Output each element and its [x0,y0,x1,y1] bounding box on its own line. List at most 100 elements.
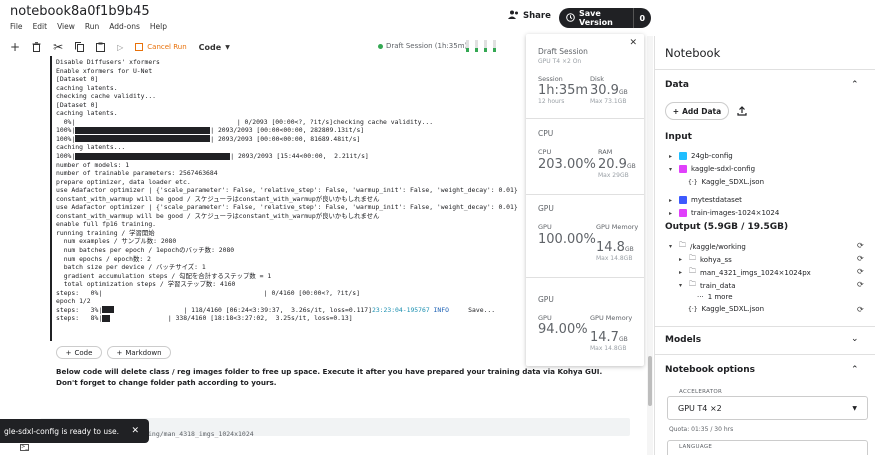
gpu2-section-title: GPU [538,295,554,304]
refresh-icon[interactable]: ⟳ [857,280,864,289]
chevron-down-icon: ▼ [225,43,230,51]
input-file-kaggle-sdxl-json[interactable]: {·} Kaggle_SDXL.json [688,178,764,186]
chevron-down-icon[interactable]: ⌄ [851,334,859,344]
delete-icon[interactable] [32,39,41,55]
refresh-icon[interactable]: ⟳ [857,267,864,276]
cell-type-label: Code [198,42,222,52]
expand-arrow-icon[interactable]: ▸ [679,269,685,276]
cpu-label: CPU [538,148,552,156]
gpu1-mem-label: GPU Memory [596,223,639,231]
scrollbar-thumb[interactable] [648,356,652,406]
add-code-button[interactable]: + Code [56,346,102,359]
add-markdown-button[interactable]: + Markdown [107,346,171,359]
panel-title: Notebook [665,46,721,60]
share-people-icon [508,10,519,22]
notebook-title[interactable]: notebook8a0f1b9b45 [10,4,150,19]
status-dot-icon [378,43,383,49]
expand-arrow-icon[interactable]: ▸ [679,256,685,263]
collapse-arrow-icon[interactable]: ▾ [669,243,675,250]
refresh-icon[interactable]: ⟳ [857,305,864,314]
output-more-link[interactable]: ··· 1 more [697,293,733,301]
close-icon[interactable]: ✕ [629,38,637,48]
collapse-arrow-icon[interactable]: ▾ [679,282,685,289]
input-item-train-images[interactable]: ▸ train-images-1024×1024 [669,209,779,217]
output-line: caching latents... [56,143,126,152]
menu-bar: File Edit View Run Add-ons Help [10,22,167,31]
add-data-button[interactable]: + Add Data [665,102,729,120]
chevron-up-icon[interactable]: ⌃ [851,80,859,90]
expand-arrow-icon[interactable]: ▸ [669,153,675,160]
menu-addons[interactable]: Add-ons [109,22,140,31]
menu-run[interactable]: Run [85,22,99,31]
session-value: 1h:35m [538,83,589,98]
language-label: LANGUAGE [677,444,715,450]
plus-icon: + [65,348,72,357]
menu-file[interactable]: File [10,22,23,31]
dataset-icon [679,196,687,204]
expand-arrow-icon[interactable]: ▸ [669,210,675,217]
divider [526,277,644,278]
progress-bar [102,306,115,314]
scrollbar[interactable] [647,36,653,455]
output-line: caching latents. [56,109,118,118]
refresh-icon[interactable]: ⟳ [857,254,864,263]
plus-icon: + [672,106,680,116]
input-item-kaggle-sdxl-config[interactable]: ▾ kaggle-sdxl-config [669,165,755,173]
disk-value: 30.9GB [590,83,628,98]
gpu2-mem-label: GPU Memory [590,314,633,322]
output-more-label: 1 more [707,293,733,301]
input-item-mytestdataset[interactable]: ▸ mytestdataset [669,196,742,204]
add-cell-icon[interactable]: + [10,39,20,55]
divider [526,194,644,195]
copy-icon[interactable] [75,39,85,55]
toast-notification: gle-sdxl-config is ready to use. ✕ [0,419,149,443]
draft-session-indicator[interactable]: Draft Session (1h:35m) [378,42,467,50]
output-line: Enable xformers for U-Net [56,66,153,75]
input-item-label: kaggle-sdxl-config [691,165,756,173]
input-item-24gb-config[interactable]: ▸ 24gb-config [669,152,733,160]
upload-icon[interactable] [737,106,747,119]
chevron-up-icon[interactable]: ⌃ [851,365,859,375]
paste-icon[interactable] [96,39,106,55]
output-folder-train-data[interactable]: ▾ 🗀 train_data [679,280,736,291]
input-file-label: Kaggle_SDXL.json [701,178,765,186]
cut-icon[interactable]: ✂ [53,39,63,55]
close-icon[interactable]: ✕ [131,426,139,436]
more-dots-icon: ··· [697,293,704,301]
expand-arrow-icon[interactable]: ▸ [669,197,675,204]
menu-view[interactable]: View [57,22,75,31]
output-line: steps: 8%| | 338/4160 [18:18<3:27:02, 3.… [56,314,353,323]
resource-mini-bars[interactable] [466,40,496,52]
stop-icon[interactable] [135,39,144,55]
cancel-run-button[interactable]: Cancel Run [147,39,186,55]
output-line: number of models: 1 [56,160,130,169]
plus-icon: + [116,348,123,357]
menu-edit[interactable]: Edit [33,22,48,31]
output-folder-kohya-ss[interactable]: ▸ 🗀 kohya_ss [679,254,732,265]
gpu2-value: 94.00% [538,322,588,337]
run-icon[interactable]: ▷ [117,39,123,55]
output-folder-man-imgs[interactable]: ▸ 🗀 man_4321_imgs_1024×1024px [679,267,811,278]
menu-help[interactable]: Help [150,22,167,31]
data-section-header[interactable]: Data [665,80,689,90]
models-section-header[interactable]: Models [665,335,701,345]
output-folder-kaggle-working[interactable]: ▾ 🗀 /kaggle/working [669,241,746,252]
accelerator-select[interactable]: GPU T4 ×2 ▼ [667,396,868,420]
options-section-header[interactable]: Notebook options [665,365,755,375]
gpu1-label: GPU [538,223,552,231]
save-version-button[interactable]: Save Version 0 [559,8,651,28]
cell-type-select[interactable]: Code ▼ [199,39,230,55]
collapse-arrow-icon[interactable]: ▾ [669,166,675,173]
output-line: use Adafactor optimizer | {'scale_parame… [56,203,518,212]
gpu-mini-bar [484,40,487,52]
output-item-label: train_data [700,281,736,290]
refresh-icon[interactable]: ⟳ [857,241,864,250]
input-item-label: 24gb-config [691,152,733,160]
ram-mini-bar [475,40,478,52]
share-button[interactable]: Share [508,10,551,22]
output-file-kaggle-sdxl-json[interactable]: {·} Kaggle_SDXL.json [688,305,764,313]
ram-value: 20.9GB [598,157,636,172]
console-icon[interactable]: >_ [20,444,29,451]
output-section-header: Output (5.9GB / 19.5GB) [665,222,789,232]
version-count[interactable]: 0 [632,8,651,28]
